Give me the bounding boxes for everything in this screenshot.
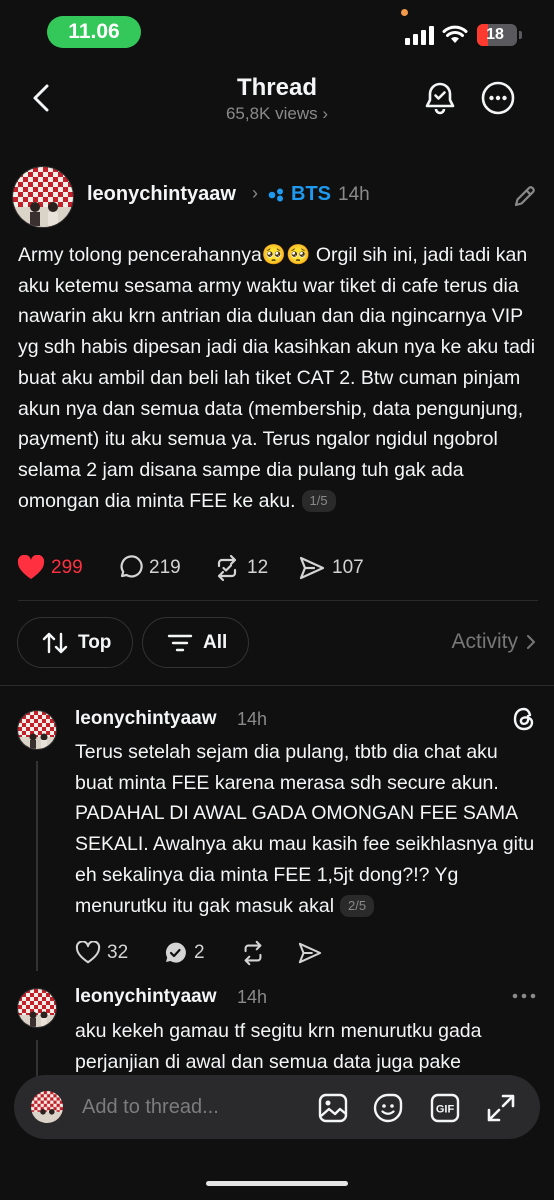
avatar[interactable] (12, 166, 74, 228)
heart-filled-icon (17, 555, 45, 579)
heart-icon (75, 941, 101, 964)
edit-button[interactable] (511, 182, 539, 210)
status-time: 11.06 (47, 16, 141, 48)
divider (0, 685, 554, 686)
page-title: Thread (236, 74, 317, 101)
reply-button[interactable]: 2 (162, 937, 205, 969)
reply-text: Terus setelah sejam dia pulang, tbtb dia… (75, 741, 535, 917)
page-counter-badge: 1/5 (301, 489, 336, 512)
status-bar: 11.06 18 (0, 0, 554, 60)
send-icon (298, 942, 322, 964)
more-options-button[interactable] (478, 78, 518, 118)
topic-tag[interactable]: BTS (291, 183, 331, 206)
comment-check-icon (165, 942, 186, 963)
image-icon (318, 1093, 348, 1123)
reply-filter-row: Top All Activity (0, 617, 554, 669)
filter-all-chip[interactable]: All (142, 617, 249, 668)
share-button[interactable] (297, 937, 323, 969)
reply-button[interactable]: 219 (117, 552, 181, 584)
activity-label: Activity (451, 630, 518, 653)
sort-label: Top (78, 631, 112, 653)
battery-indicator: 18 (477, 24, 522, 46)
svg-text:GIF: GIF (436, 1104, 455, 1116)
gif-icon: GIF (430, 1093, 460, 1123)
wifi-icon (442, 25, 468, 43)
avatar[interactable] (17, 710, 57, 750)
repost-icon (217, 554, 237, 582)
post-text: Army tolong pencerahannya🥺🥺 Orgil sih in… (18, 244, 536, 512)
reply-actions: 32 2 (75, 937, 475, 969)
like-button[interactable]: 32 (75, 937, 128, 969)
like-count: 32 (107, 942, 129, 963)
share-button[interactable]: 107 (298, 552, 364, 584)
topic-icon (268, 188, 283, 202)
pencil-icon (514, 186, 535, 207)
add-sticker-button[interactable] (371, 1091, 405, 1125)
reply-time: 14h (237, 987, 268, 1007)
avatar (31, 1091, 63, 1123)
thread-line (36, 1040, 38, 1080)
nav-bar: Thread 65,8K views › (0, 66, 554, 130)
reply-username[interactable]: leonychintyaaw (75, 708, 217, 730)
topic-separator: › (252, 183, 258, 203)
post-header: leonychintyaaw › BTS 14h (0, 166, 554, 228)
home-indicator (206, 1181, 348, 1186)
avatar[interactable] (17, 988, 57, 1028)
repost-button[interactable]: 12 (213, 552, 268, 584)
sticker-icon (373, 1093, 403, 1123)
reply-time: 14h (237, 709, 268, 729)
like-count: 299 (51, 557, 83, 578)
post-actions: 299 219 12 107 (0, 552, 554, 584)
thread-composer: GIF (14, 1075, 540, 1139)
reply-item: leonychintyaaw 14h aku kekeh gamau tf se… (0, 984, 554, 1080)
threads-logo-icon (513, 707, 534, 731)
chevron-right-icon (527, 635, 535, 649)
like-button[interactable]: 299 (17, 552, 83, 584)
reply-count: 219 (149, 557, 181, 578)
page-counter-badge: 2/5 (340, 894, 375, 917)
filter-lines-icon (167, 634, 193, 651)
expand-composer-button[interactable] (484, 1091, 518, 1125)
share-count: 107 (332, 557, 364, 578)
add-gif-button[interactable]: GIF (428, 1091, 462, 1125)
post-username[interactable]: leonychintyaaw (87, 183, 236, 206)
add-image-button[interactable] (316, 1091, 350, 1125)
reply-text: aku kekeh gamau tf segitu krn menurutku … (75, 1020, 482, 1073)
bell-icon (425, 82, 455, 115)
views-link[interactable]: 65,8K views › (0, 104, 554, 124)
reply-item: leonychintyaaw 14h Terus setelah sejam d… (0, 705, 554, 975)
thread-line (36, 761, 38, 971)
signal-icon (405, 25, 434, 45)
expand-arrows-icon (487, 1094, 515, 1122)
send-icon (299, 556, 325, 580)
sort-top-chip[interactable]: Top (17, 617, 133, 668)
reply-username[interactable]: leonychintyaaw (75, 986, 217, 1008)
filter-label: All (203, 631, 228, 653)
sort-arrows-icon (42, 632, 68, 653)
post-time: 14h (338, 184, 370, 205)
privacy-indicator-dot (401, 9, 408, 16)
repost-button[interactable] (240, 937, 266, 969)
activity-link[interactable]: Activity (451, 630, 536, 654)
divider (18, 600, 538, 601)
comment-icon (120, 555, 143, 578)
more-horizontal-icon[interactable] (511, 992, 537, 1000)
reply-count: 2 (194, 942, 205, 963)
repost-count: 12 (247, 557, 269, 578)
notify-button[interactable] (420, 78, 460, 118)
more-circle-icon (481, 81, 515, 115)
add-to-thread-input[interactable] (82, 1089, 302, 1125)
repost-icon (244, 940, 262, 966)
